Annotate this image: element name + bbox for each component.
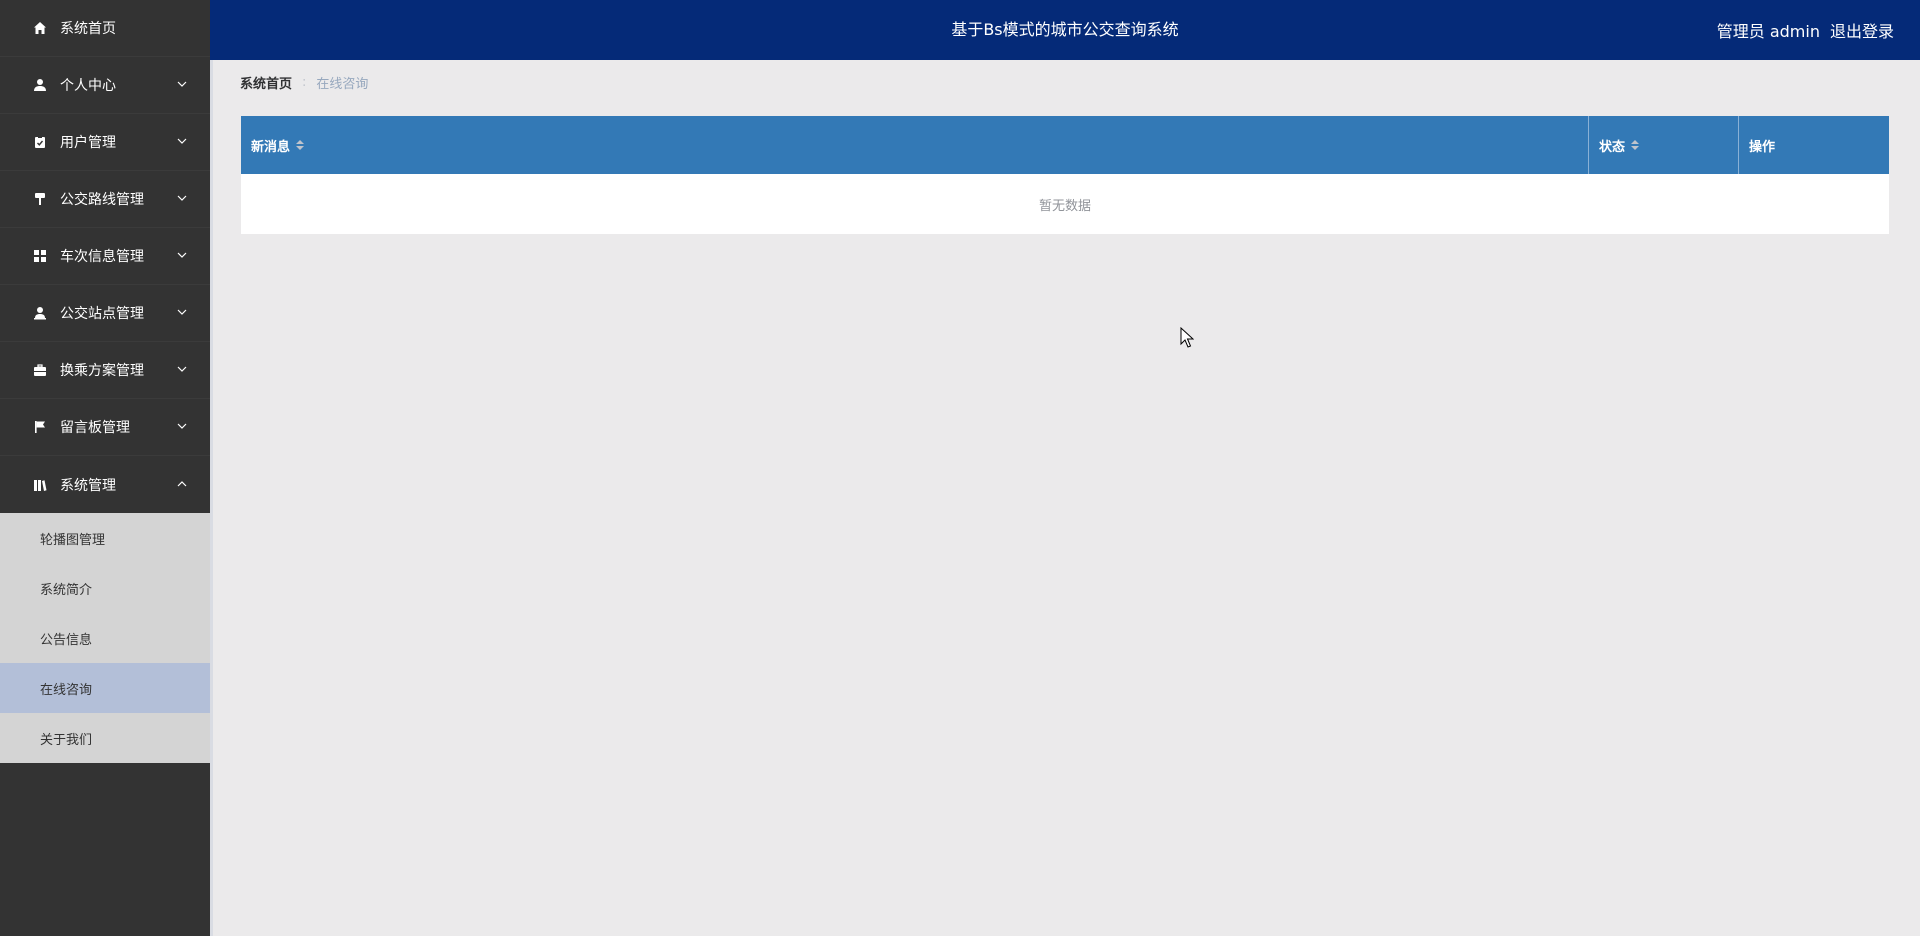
empty-text: 暂无数据 [1038, 198, 1091, 214]
column-header-label: 操作 [1749, 139, 1776, 155]
sidebar-item-users[interactable]: 用户管理 [0, 114, 210, 171]
sidebar-item-label: 留言板管理 [60, 420, 130, 436]
sidebar-item-label: 系统首页 [60, 21, 116, 37]
sidebar-item-label: 换乘方案管理 [60, 363, 144, 379]
sidebar-item-label: 个人中心 [60, 78, 116, 94]
sidebar-item-messages[interactable]: 留言板管理 [0, 399, 210, 456]
chevron-down-icon [177, 81, 187, 87]
breadcrumb-separator: : [302, 74, 307, 90]
column-header-label: 新消息 [251, 139, 291, 155]
column-header-status[interactable]: 状态 [1589, 116, 1739, 174]
breadcrumb-current: 在线咨询 [316, 76, 369, 92]
submenu-item-intro[interactable]: 系统简介 [0, 563, 210, 613]
sidebar-item-stations[interactable]: 公交站点管理 [0, 285, 210, 342]
sidebar-item-bus-routes[interactable]: 公交路线管理 [0, 171, 210, 228]
column-header-label: 状态 [1599, 139, 1626, 155]
chevron-down-icon [177, 366, 187, 372]
user-stamp-icon [32, 305, 48, 321]
top-header: 基于Bs模式的城市公交查询系统 管理员 admin 退出登录 [210, 0, 1920, 60]
submenu-item-carousel[interactable]: 轮播图管理 [0, 513, 210, 563]
submenu-item-announcements[interactable]: 公告信息 [0, 613, 210, 663]
page-title: 基于Bs模式的城市公交查询系统 [951, 20, 1179, 39]
sidebar-item-transfers[interactable]: 换乘方案管理 [0, 342, 210, 399]
submenu-item-online-consult[interactable]: 在线咨询 [0, 663, 210, 713]
sidebar-divider [210, 0, 213, 936]
user-label: 管理员 admin [1716, 22, 1820, 41]
table-empty-state: 暂无数据 [241, 174, 1889, 234]
sidebar-item-profile[interactable]: 个人中心 [0, 57, 210, 114]
sidebar-item-label: 系统管理 [60, 477, 116, 494]
sort-icon[interactable] [1631, 140, 1640, 150]
sidebar-item-label: 车次信息管理 [60, 249, 144, 265]
logout-button[interactable]: 退出登录 [1830, 18, 1894, 42]
sort-icon[interactable] [296, 140, 305, 150]
paint-roller-icon [32, 191, 48, 207]
breadcrumb: 系统首页 : 在线咨询 [240, 72, 368, 92]
consult-table: 新消息 状态 操作 暂无数据 [241, 116, 1889, 234]
column-header-new-message[interactable]: 新消息 [241, 116, 1589, 174]
chevron-down-icon [177, 195, 187, 201]
sidebar: 系统首页 个人中心 用户管理 公交路线管理 车次信息管理 公交站点管理 换乘方案… [0, 0, 210, 936]
sidebar-item-label: 用户管理 [60, 135, 116, 151]
sidebar-item-label: 公交路线管理 [60, 192, 144, 208]
briefcase-icon [32, 362, 48, 378]
mouse-cursor-icon [1180, 327, 1194, 348]
system-submenu: 轮播图管理 系统简介 公告信息 在线咨询 关于我们 [0, 513, 210, 763]
home-icon [32, 20, 48, 36]
sidebar-item-trips[interactable]: 车次信息管理 [0, 228, 210, 285]
sidebar-item-label: 公交站点管理 [60, 306, 144, 322]
flag-icon [32, 419, 48, 435]
chevron-down-icon [177, 138, 187, 144]
book-icon [32, 477, 48, 493]
breadcrumb-home[interactable]: 系统首页 [240, 73, 292, 92]
chevron-down-icon [177, 309, 187, 315]
sidebar-item-system[interactable]: 系统管理 [0, 456, 210, 513]
chevron-up-icon [177, 480, 187, 486]
chevron-down-icon [177, 252, 187, 258]
clipboard-check-icon [32, 134, 48, 150]
grid-icon [32, 248, 48, 264]
sidebar-item-home[interactable]: 系统首页 [0, 0, 210, 57]
column-header-operations: 操作 [1739, 116, 1889, 174]
table-header: 新消息 状态 操作 [241, 116, 1889, 174]
chevron-down-icon [177, 423, 187, 429]
user-icon [32, 77, 48, 93]
header-user-area: 管理员 admin 退出登录 [1717, 0, 1894, 60]
submenu-item-about-us[interactable]: 关于我们 [0, 713, 210, 763]
